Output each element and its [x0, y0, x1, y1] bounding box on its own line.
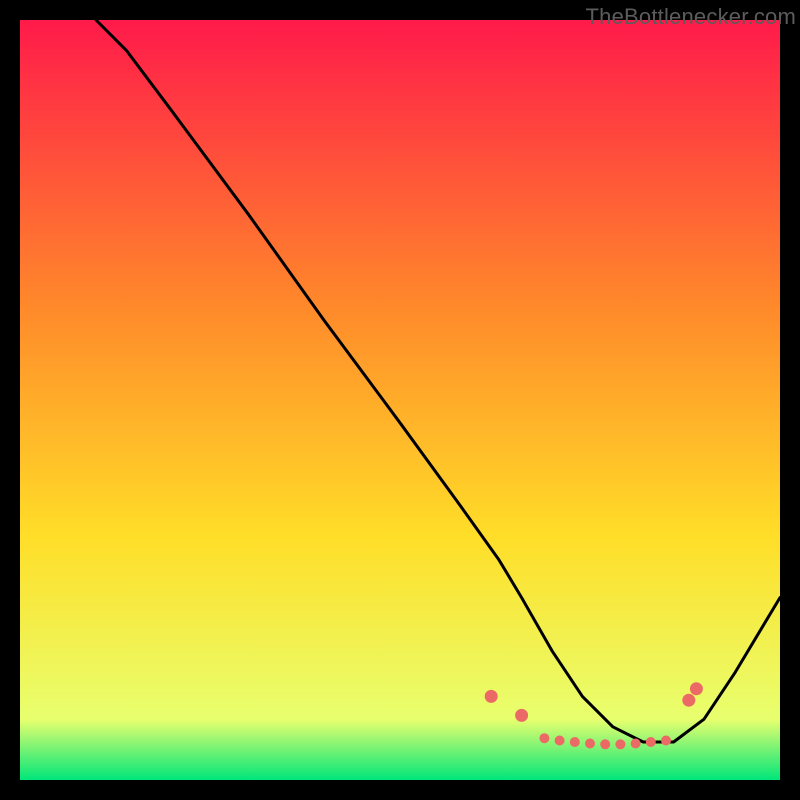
highlight-point — [515, 709, 528, 722]
highlight-point — [690, 682, 703, 695]
highlight-point — [485, 690, 498, 703]
chart-frame: TheBottlenecker.com — [0, 0, 800, 800]
highlight-point — [646, 737, 656, 747]
chart-svg — [20, 20, 780, 780]
highlight-point — [631, 739, 641, 749]
plot-area — [20, 20, 780, 780]
highlight-point — [555, 736, 565, 746]
highlight-point — [600, 739, 610, 749]
highlight-point — [570, 737, 580, 747]
gradient-background — [20, 20, 780, 780]
highlight-point — [682, 694, 695, 707]
highlight-point — [615, 739, 625, 749]
watermark-text: TheBottlenecker.com — [586, 4, 796, 30]
highlight-point — [585, 739, 595, 749]
highlight-point — [539, 733, 549, 743]
highlight-point — [661, 736, 671, 746]
